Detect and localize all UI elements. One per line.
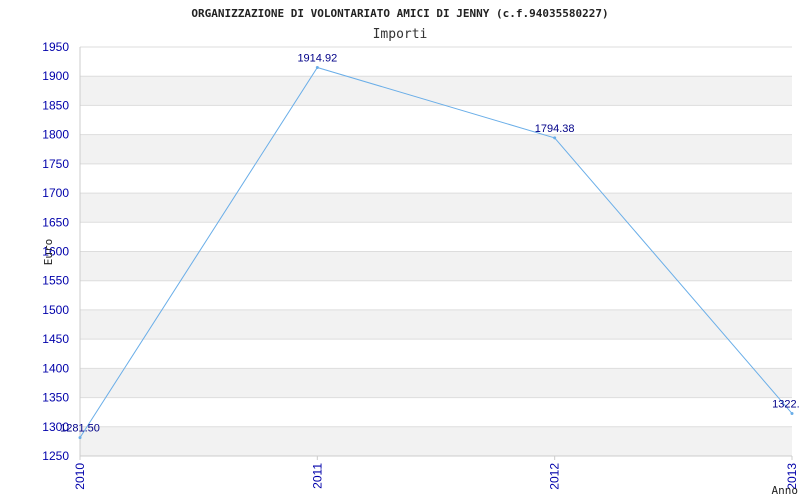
y-tick-label: 1450 xyxy=(42,332,69,346)
x-axis-label: Anno xyxy=(772,484,799,497)
x-tick-label: 2012 xyxy=(548,463,562,490)
x-axis-ticks: 2010 2011 2012 2013 xyxy=(73,456,799,490)
data-label: 1281.50 xyxy=(60,423,100,435)
y-tick-label: 1500 xyxy=(42,303,69,317)
y-tick-label: 1850 xyxy=(42,98,69,112)
data-label: 1914.92 xyxy=(297,52,337,64)
chart-title: ORGANIZZAZIONE DI VOLONTARIATO AMICI DI … xyxy=(191,7,608,20)
data-label: 1794.38 xyxy=(535,123,575,135)
data-point xyxy=(553,136,557,140)
y-tick-label: 1900 xyxy=(42,69,69,83)
data-point xyxy=(790,411,794,415)
y-tick-label: 1700 xyxy=(42,186,69,200)
grid-band xyxy=(80,193,792,223)
chart: ORGANIZZAZIONE DI VOLONTARIATO AMICI DI … xyxy=(0,0,800,500)
y-tick-label: 1350 xyxy=(42,391,69,405)
y-tick-label: 1650 xyxy=(42,215,69,229)
y-tick-label: 1550 xyxy=(42,274,69,288)
grid-band xyxy=(80,134,792,164)
data-label: 1322.80 xyxy=(772,398,800,410)
x-tick-label: 2010 xyxy=(73,463,87,490)
y-tick-label: 1400 xyxy=(42,361,69,375)
chart-subtitle: Importi xyxy=(373,27,428,42)
grid-band xyxy=(80,76,792,106)
y-axis-label: Euro xyxy=(42,239,55,266)
y-tick-label: 1800 xyxy=(42,128,69,142)
x-tick-label: 2011 xyxy=(310,463,324,489)
grid-band xyxy=(80,426,792,456)
y-tick-label: 1950 xyxy=(42,40,69,54)
grid-bands xyxy=(80,76,792,456)
line-chart: ORGANIZZAZIONE DI VOLONTARIATO AMICI DI … xyxy=(42,7,800,497)
grid-band xyxy=(80,368,792,398)
y-tick-label: 1750 xyxy=(42,157,69,171)
data-point xyxy=(78,436,82,440)
data-point xyxy=(315,65,319,69)
y-tick-label: 1250 xyxy=(42,449,69,463)
grid-band xyxy=(80,251,792,281)
grid-band xyxy=(80,309,792,340)
